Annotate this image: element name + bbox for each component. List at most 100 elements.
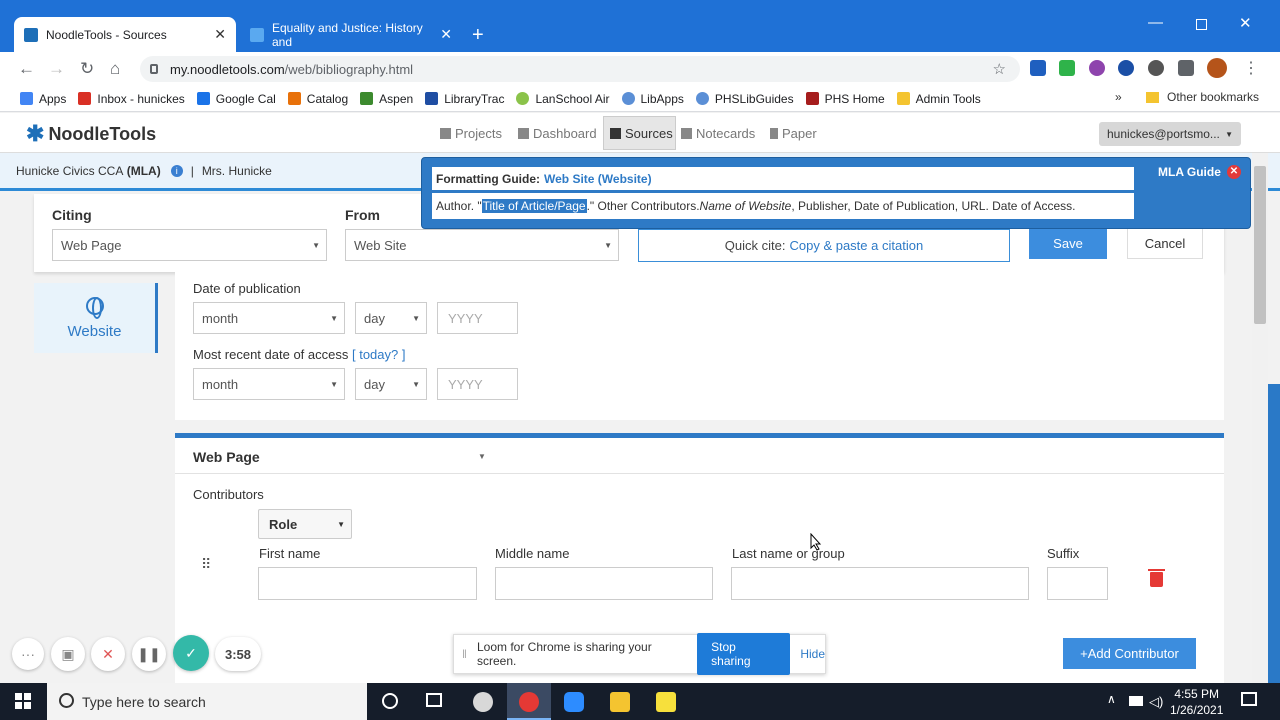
- chrome-menu-icon[interactable]: ⋮: [1243, 58, 1259, 78]
- network-icon[interactable]: [1129, 696, 1143, 706]
- bookmark-admin-tools[interactable]: Admin Tools: [896, 92, 981, 106]
- file-explorer-icon[interactable]: [610, 692, 630, 712]
- quick-cite-link[interactable]: Copy & paste a citation: [789, 238, 923, 253]
- tab-noodletools[interactable]: NoodleTools - Sources ✕: [14, 17, 236, 52]
- contributors-label: Contributors: [193, 487, 264, 502]
- pub-year-input[interactable]: YYYY: [437, 302, 518, 334]
- last-name-input[interactable]: [731, 567, 1029, 600]
- web-page-panel-header[interactable]: [175, 438, 1224, 474]
- info-icon[interactable]: i: [170, 165, 183, 177]
- stop-sharing-button[interactable]: Stop sharing: [697, 633, 791, 675]
- hide-button[interactable]: Hide: [800, 647, 825, 661]
- bookmark-libapps[interactable]: LibApps: [621, 92, 684, 106]
- extension-icon[interactable]: [1089, 60, 1105, 76]
- sidebar-item-website[interactable]: Website: [34, 283, 158, 353]
- pub-day-select[interactable]: day ▼: [355, 302, 427, 334]
- trash-icon[interactable]: [1148, 569, 1165, 587]
- loom-camera-icon[interactable]: ▣: [51, 637, 85, 671]
- address-bar[interactable]: my.noodletools.com /web/bibliography.htm…: [140, 56, 1020, 82]
- first-name-input[interactable]: [258, 567, 477, 600]
- zoom-icon[interactable]: [564, 692, 584, 712]
- loom-cancel-icon[interactable]: ✕: [91, 637, 125, 671]
- nav-sources[interactable]: Sources: [603, 116, 676, 150]
- forward-icon[interactable]: →: [48, 59, 65, 79]
- quick-cite-button[interactable]: Quick cite: Copy & paste a citation: [638, 229, 1010, 262]
- cortana-icon[interactable]: [382, 693, 398, 709]
- task-view-icon[interactable]: [426, 693, 442, 707]
- bookmarks-overflow-icon[interactable]: »: [1115, 90, 1122, 104]
- bookmark-catalog[interactable]: Catalog: [287, 92, 348, 106]
- citing-select[interactable]: Web Page ▼: [52, 229, 327, 261]
- windows-start-icon[interactable]: [15, 693, 31, 709]
- loom-pause-icon[interactable]: ❚❚: [132, 637, 166, 671]
- back-icon[interactable]: ←: [18, 59, 35, 79]
- bookmark-apps[interactable]: Apps: [20, 92, 66, 106]
- close-tab-icon[interactable]: ✕: [440, 26, 452, 43]
- tab-equality-justice[interactable]: Equality and Justice: History and ✕: [240, 17, 462, 52]
- sharing-message: Loom for Chrome is sharing your screen.: [476, 640, 652, 668]
- app-icon[interactable]: [473, 692, 493, 712]
- caret-down-icon[interactable]: ▼: [478, 452, 486, 461]
- suffix-input[interactable]: [1047, 567, 1108, 600]
- new-tab-button[interactable]: +: [472, 24, 484, 47]
- middle-name-input[interactable]: [495, 567, 713, 600]
- caret-down-icon: ▼: [604, 240, 612, 250]
- catalog-icon: [287, 92, 301, 105]
- scrollbar-thumb[interactable]: [1254, 166, 1266, 324]
- project-info: Hunicke Civics CCA (MLA) i | Mrs. Hunicke: [16, 164, 272, 178]
- bookmark-inbox[interactable]: Inbox - hunickes: [78, 92, 185, 106]
- access-month-select[interactable]: month ▼: [193, 368, 345, 400]
- bookmark-phs-home[interactable]: PHS Home: [805, 92, 885, 106]
- save-button[interactable]: Save: [1029, 228, 1107, 259]
- nav-notecards[interactable]: Notecards: [681, 126, 755, 141]
- access-day-select[interactable]: day ▼: [355, 368, 427, 400]
- taskbar-search-input[interactable]: Type here to search: [47, 683, 367, 720]
- minimize-icon[interactable]: —: [1148, 14, 1163, 31]
- bookmark-google-cal[interactable]: Google Cal: [196, 92, 276, 106]
- close-window-icon[interactable]: ✕: [1239, 14, 1252, 32]
- sticky-notes-icon[interactable]: [656, 692, 676, 712]
- chevron-up-icon[interactable]: ∧: [1107, 692, 1116, 706]
- from-select[interactable]: Web Site ▼: [345, 229, 619, 261]
- cloud-icon: [621, 92, 635, 105]
- today-link[interactable]: [ today? ]: [352, 347, 405, 362]
- nav-paper[interactable]: Paper: [770, 126, 817, 141]
- nav-projects[interactable]: Projects: [440, 126, 502, 141]
- pub-month-select[interactable]: month ▼: [193, 302, 345, 334]
- volume-icon[interactable]: ◁): [1149, 694, 1163, 710]
- mla-guide-button[interactable]: MLA Guide ✕: [1150, 160, 1246, 184]
- bookmark-aspen[interactable]: Aspen: [360, 92, 413, 106]
- drag-handle-icon[interactable]: ⠿: [201, 557, 211, 571]
- grip-icon[interactable]: ‖: [462, 647, 467, 661]
- bookmark-librarytrac[interactable]: LibraryTrac: [425, 92, 504, 106]
- bookmark-lanschool[interactable]: LanSchool Air: [516, 92, 610, 106]
- nav-dashboard[interactable]: Dashboard: [518, 126, 597, 141]
- user-menu-button[interactable]: hunickes@portsmo... ▼: [1099, 122, 1241, 146]
- notifications-icon[interactable]: [1241, 692, 1257, 706]
- loom-more-icon[interactable]: ···: [12, 638, 44, 670]
- extension-icon[interactable]: [1059, 60, 1075, 76]
- bookmark-phslibguides[interactable]: PHSLibGuides: [695, 92, 794, 106]
- access-year-input[interactable]: YYYY: [437, 368, 518, 400]
- add-contributor-button[interactable]: +Add Contributor: [1063, 638, 1196, 669]
- close-icon[interactable]: ✕: [1226, 165, 1241, 179]
- cancel-button[interactable]: Cancel: [1127, 228, 1203, 259]
- extension-icon[interactable]: [1118, 60, 1134, 76]
- reload-icon[interactable]: ↻: [80, 59, 94, 79]
- noodletools-logo[interactable]: ✱ NoodleTools: [26, 121, 156, 147]
- profile-avatar[interactable]: [1207, 58, 1227, 78]
- taskbar-clock[interactable]: 4:55 PM 1/26/2021: [1170, 686, 1223, 718]
- extension-icon[interactable]: [1148, 60, 1164, 76]
- close-tab-icon[interactable]: ✕: [214, 26, 226, 43]
- extensions-puzzle-icon[interactable]: [1178, 60, 1194, 76]
- formatting-guide-type[interactable]: Web Site (Website): [544, 172, 652, 186]
- mouse-cursor-icon: [810, 533, 822, 551]
- loom-sharing-bar: ‖ Loom for Chrome is sharing your screen…: [453, 633, 826, 675]
- home-icon[interactable]: ⌂: [110, 59, 120, 79]
- extension-icon[interactable]: [1030, 60, 1046, 76]
- loom-done-icon[interactable]: ✓: [173, 635, 209, 671]
- bookmark-star-icon[interactable]: ☆: [993, 60, 1006, 78]
- other-bookmarks[interactable]: Other bookmarks: [1146, 90, 1259, 104]
- role-select[interactable]: Role ▼: [258, 509, 352, 539]
- maximize-icon[interactable]: [1196, 19, 1207, 30]
